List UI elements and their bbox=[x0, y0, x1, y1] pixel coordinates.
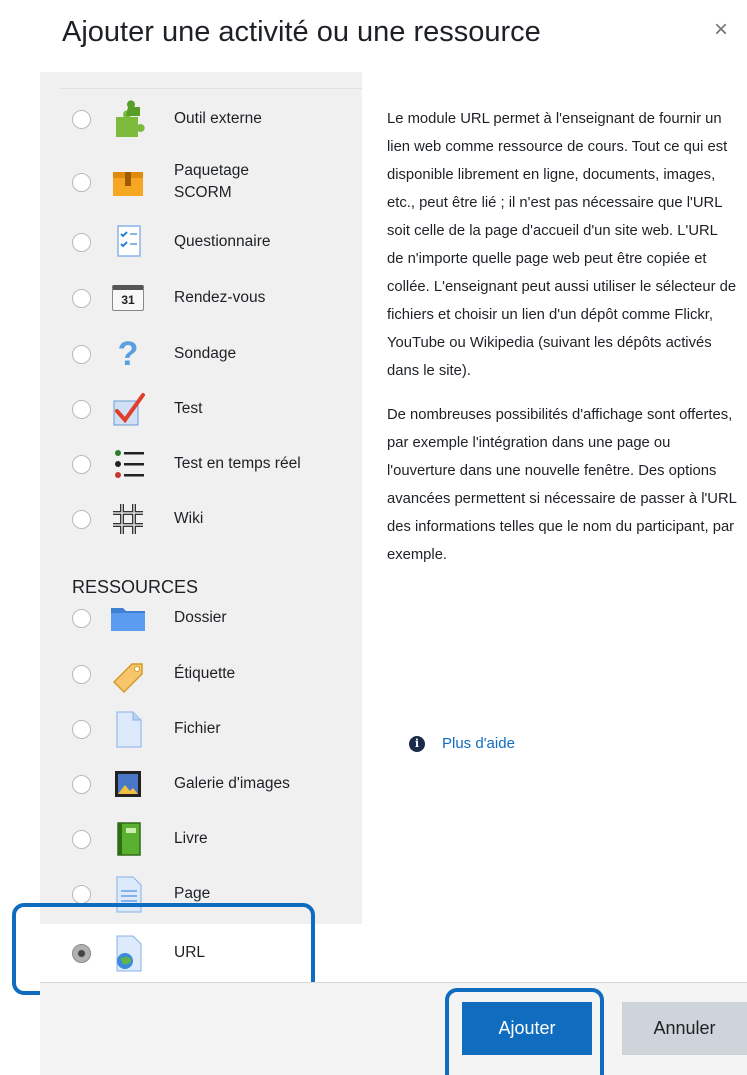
add-button-highlight-frame bbox=[445, 988, 604, 1075]
list-item-label: Paquetage SCORM bbox=[174, 162, 249, 201]
list-item-rendez-vous[interactable]: 31 Rendez-vous bbox=[40, 270, 362, 326]
question-mark-icon: ? bbox=[117, 334, 139, 373]
radio-button[interactable] bbox=[72, 110, 91, 129]
list-item-wiki[interactable]: Wiki bbox=[40, 491, 362, 547]
radio-button[interactable] bbox=[72, 233, 91, 252]
description-paragraph: De nombreuses possibilités d'affichage s… bbox=[387, 407, 737, 563]
list-icon bbox=[115, 450, 144, 478]
info-icon: i bbox=[409, 735, 425, 752]
list-item-label: Wiki bbox=[174, 510, 204, 527]
knot-icon bbox=[113, 504, 143, 534]
help-link-row[interactable]: i Plus d'aide bbox=[409, 735, 515, 752]
calendar-icon: 31 bbox=[108, 278, 148, 318]
radio-button[interactable] bbox=[72, 609, 91, 628]
module-description: Le module URL permet à l'enseignant de f… bbox=[387, 105, 737, 585]
puzzle-icon bbox=[116, 100, 145, 137]
radio-button[interactable] bbox=[72, 885, 91, 904]
radio-button[interactable] bbox=[72, 830, 91, 849]
list-item-sondage[interactable]: ? Sondage bbox=[40, 326, 362, 382]
list-item-label: Livre bbox=[174, 830, 208, 847]
radio-button[interactable] bbox=[72, 173, 91, 192]
list-item-outil-externe[interactable]: Outil externe bbox=[40, 91, 362, 147]
checklist-icon bbox=[117, 225, 141, 257]
list-item-livre[interactable]: Livre bbox=[40, 811, 362, 867]
cancel-button[interactable]: Annuler bbox=[622, 1002, 747, 1055]
file-icon bbox=[116, 711, 142, 748]
calendar-day-text: 31 bbox=[112, 285, 144, 311]
dialog-title: Ajouter une activité ou une ressource bbox=[62, 16, 541, 48]
list-item-label: Fichier bbox=[174, 720, 221, 737]
list-item-galerie-images[interactable]: Galerie d'images bbox=[40, 756, 362, 812]
radio-button[interactable] bbox=[72, 720, 91, 739]
list-item-label: Sondage bbox=[174, 345, 237, 362]
image-gallery-icon bbox=[115, 771, 141, 797]
list-item-paquetage-scorm[interactable]: Paquetage SCORM bbox=[40, 154, 362, 210]
list-item-label: Galerie d'images bbox=[174, 775, 290, 792]
list-item-etiquette[interactable]: Étiquette bbox=[40, 646, 362, 702]
list-item-label: Outil externe bbox=[174, 110, 262, 127]
list-item-label: Page bbox=[174, 885, 211, 902]
label-tag-icon bbox=[112, 663, 143, 694]
list-item-label: Étiquette bbox=[174, 665, 236, 682]
list-item-dossier[interactable]: Dossier bbox=[40, 590, 362, 646]
radio-button[interactable] bbox=[72, 289, 91, 308]
checkmark-icon bbox=[113, 393, 145, 426]
list-item-test-en-temps-reel[interactable]: Test en temps réel bbox=[40, 436, 362, 492]
list-item-test[interactable]: Test bbox=[40, 381, 362, 437]
close-icon[interactable]: × bbox=[714, 18, 728, 42]
list-item-label: Rendez-vous bbox=[174, 289, 266, 306]
book-icon bbox=[117, 822, 141, 856]
radio-button[interactable] bbox=[72, 775, 91, 794]
folder-icon bbox=[111, 608, 145, 631]
help-link[interactable]: Plus d'aide bbox=[442, 735, 515, 752]
package-icon bbox=[113, 172, 143, 196]
radio-button[interactable] bbox=[72, 400, 91, 419]
description-paragraph: Le module URL permet à l'enseignant de f… bbox=[387, 111, 737, 379]
list-item-fichier[interactable]: Fichier bbox=[40, 701, 362, 757]
list-item-label: Dossier bbox=[174, 609, 227, 626]
list-item-label: Questionnaire bbox=[174, 233, 271, 250]
radio-button[interactable] bbox=[72, 510, 91, 529]
list-item-label: Test en temps réel bbox=[174, 455, 301, 472]
list-item-questionnaire[interactable]: Questionnaire bbox=[40, 214, 362, 270]
radio-button[interactable] bbox=[72, 455, 91, 474]
list-top-divider bbox=[60, 88, 362, 89]
list-item-label: Test bbox=[174, 400, 203, 417]
radio-button[interactable] bbox=[72, 345, 91, 364]
radio-button[interactable] bbox=[72, 665, 91, 684]
